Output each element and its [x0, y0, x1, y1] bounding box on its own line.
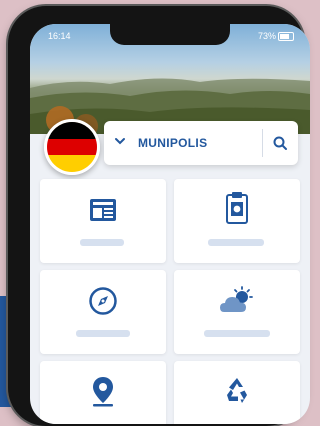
chevron-down-icon: [115, 138, 125, 145]
tile-map[interactable]: [40, 361, 166, 424]
newspaper-icon: [90, 199, 116, 221]
tile-label-placeholder: [204, 330, 270, 337]
tile-explore[interactable]: [40, 270, 166, 354]
weather-cloud-sun-icon: [220, 286, 253, 312]
phone-notch: [110, 24, 230, 45]
app-screen: 16:14 73% MUNIPOLIS: [30, 24, 310, 424]
map-pin-icon: [93, 377, 113, 407]
battery-percentage: 73%: [257, 31, 276, 41]
phone-frame: 16:14 73% MUNIPOLIS: [8, 6, 310, 426]
municipality-name: MUNIPOLIS: [138, 136, 208, 150]
search-icon[interactable]: [272, 135, 288, 151]
tile-news[interactable]: [40, 179, 166, 263]
selector-divider: [262, 129, 263, 157]
tile-label-placeholder: [80, 239, 124, 246]
tile-label-placeholder: [208, 239, 264, 246]
tile-label-placeholder: [76, 330, 130, 337]
tile-notice-board[interactable]: [174, 179, 300, 263]
country-flag-germany[interactable]: [44, 119, 100, 175]
municipality-selector[interactable]: MUNIPOLIS: [104, 121, 298, 165]
compass-icon: [89, 287, 117, 315]
recycle-icon: [227, 378, 247, 403]
status-time: 16:14: [48, 31, 71, 41]
clipboard-notice-icon: [226, 192, 248, 224]
tile-waste[interactable]: [174, 361, 300, 424]
battery-icon: [278, 32, 294, 41]
tile-weather[interactable]: [174, 270, 300, 354]
